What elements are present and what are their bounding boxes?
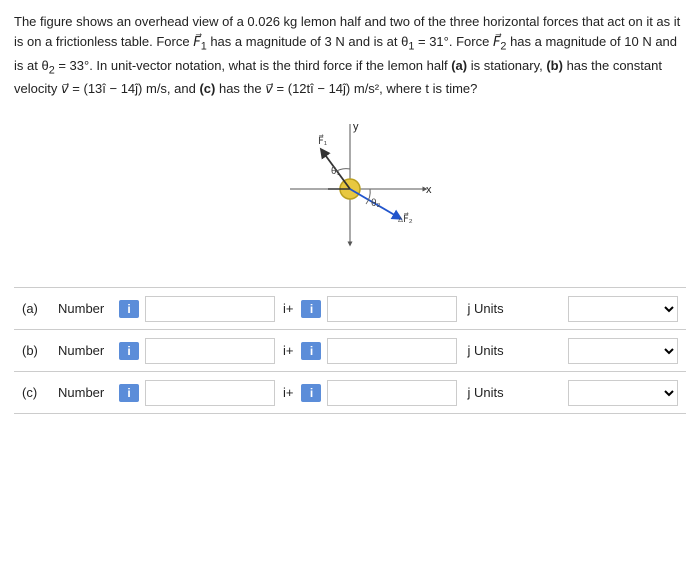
row-a-input2[interactable] bbox=[327, 296, 457, 322]
theta1-label: θ₁ bbox=[331, 166, 341, 177]
row-c-j-units: j Units bbox=[467, 385, 503, 400]
row-a-info1[interactable]: i bbox=[119, 300, 139, 318]
row-c-plus: i+ bbox=[283, 385, 293, 400]
row-a-j-units: j Units bbox=[467, 301, 503, 316]
row-c-info2[interactable]: i bbox=[301, 384, 321, 402]
theta2-label: θ₂ bbox=[371, 198, 381, 209]
answer-row-b: (b) Number i i+ i j Units bbox=[14, 330, 686, 372]
row-a-input1[interactable] bbox=[145, 296, 275, 322]
row-b-label: (b) bbox=[22, 343, 52, 358]
row-b-number: Number bbox=[58, 343, 113, 358]
f1-label: F⃗₁ bbox=[318, 134, 328, 147]
row-c-label: (c) bbox=[22, 385, 52, 400]
x-axis-label: x bbox=[426, 184, 432, 196]
answer-rows: (a) Number i i+ i j Units (b) Number i i… bbox=[14, 287, 686, 414]
row-c-info1[interactable]: i bbox=[119, 384, 139, 402]
row-a-label: (a) bbox=[22, 301, 52, 316]
diagram-svg: y x F⃗₁ θ₁ θ₂ ▵F⃗₂ bbox=[240, 114, 460, 264]
row-a-info2[interactable]: i bbox=[301, 300, 321, 318]
problem-text: The figure shows an overhead view of a 0… bbox=[14, 12, 686, 99]
row-a-units-select[interactable] bbox=[568, 296, 678, 322]
row-a-plus: i+ bbox=[283, 301, 293, 316]
row-a-number: Number bbox=[58, 301, 113, 316]
main-container: The figure shows an overhead view of a 0… bbox=[0, 0, 700, 424]
y-axis-label: y bbox=[353, 121, 359, 133]
row-c-input2[interactable] bbox=[327, 380, 457, 406]
row-c-units-select[interactable] bbox=[568, 380, 678, 406]
row-c-number: Number bbox=[58, 385, 113, 400]
row-b-info2[interactable]: i bbox=[301, 342, 321, 360]
diagram-area: y x F⃗₁ θ₁ θ₂ ▵F⃗₂ bbox=[14, 109, 686, 269]
row-b-info1[interactable]: i bbox=[119, 342, 139, 360]
row-b-j-units: j Units bbox=[467, 343, 503, 358]
row-b-input2[interactable] bbox=[327, 338, 457, 364]
row-b-units-select[interactable] bbox=[568, 338, 678, 364]
row-b-plus: i+ bbox=[283, 343, 293, 358]
row-c-input1[interactable] bbox=[145, 380, 275, 406]
answer-row-c: (c) Number i i+ i j Units bbox=[14, 372, 686, 414]
f2-label: ▵F⃗₂ bbox=[398, 212, 413, 225]
row-b-input1[interactable] bbox=[145, 338, 275, 364]
answer-row-a: (a) Number i i+ i j Units bbox=[14, 288, 686, 330]
